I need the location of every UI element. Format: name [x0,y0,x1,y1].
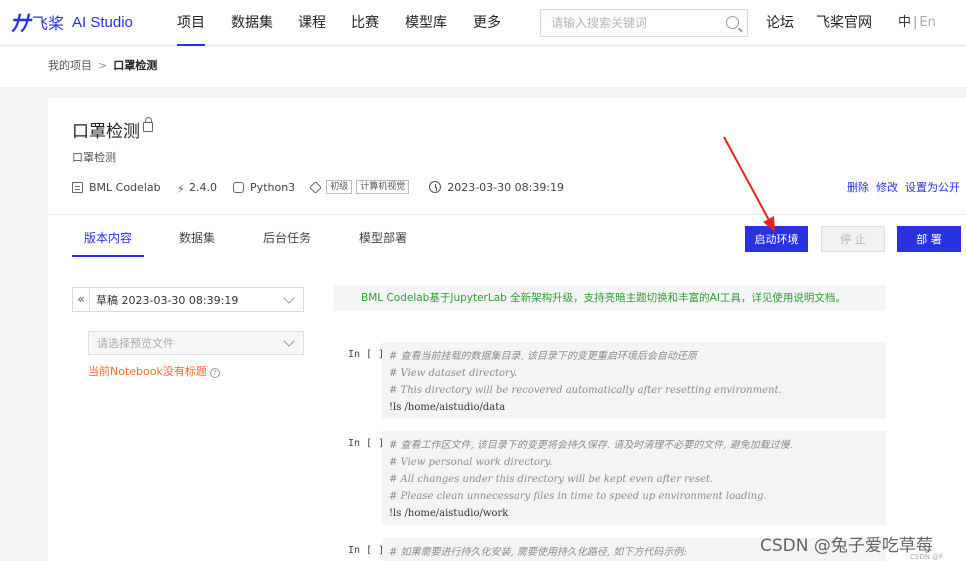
search-box [540,9,748,37]
search-icon[interactable] [726,16,739,29]
nav-link-paddle-official[interactable]: 飞桨官网 [816,0,872,46]
project-title: 口罩检测 [72,122,140,142]
tab-datasets[interactable]: 数据集 [179,229,215,257]
stop-button[interactable]: 停 止 [821,226,885,252]
breadcrumb-current: 口罩检测 [113,59,158,72]
notebook-title-warning: 当前Notebook没有标题? [88,363,220,379]
lang-zh[interactable]: 中 [898,15,911,30]
divider [48,214,966,215]
top-nav: ﾅﾅ 飞桨 AI Studio 项目 数据集 课程 比赛 模型库 更多 论坛 飞… [0,0,966,46]
project-tag: 初级 [326,180,353,194]
deploy-button[interactable]: 部 署 [897,226,961,252]
tab-model-deploy[interactable]: 模型部署 [359,229,407,257]
project-card: 口罩检测 口罩检测 BML Codelab ⚡ 2.4.0 Python3 初级计… [48,98,966,561]
logo-subtitle: AI Studio [72,13,133,31]
notebook-banner: BML Codelab基于JupyterLab 全新架构升级，支持亮暗主题切换和… [334,285,886,311]
cell-label: In [ ] [348,545,385,556]
code-line: !ls /home/aistudio/data [389,402,506,413]
preview-file-placeholder: 请选择预览文件 [97,337,174,350]
code-comment: # View personal work directory. [389,457,553,468]
environment-icon [72,181,83,193]
cell-label: In [ ] [348,349,385,360]
logo[interactable]: ﾅﾅ 飞桨 AI Studio [10,9,133,37]
tab-version-content[interactable]: 版本内容 [72,229,145,257]
project-actions: 删除 修改 设置为公开 [840,179,960,195]
code-comment: # 查看当前挂载的数据集目录, 该目录下的变更重启环境后会自动还原 [389,351,697,362]
cell-label: In [ ] [348,438,385,449]
breadcrumb: 我的项目 > 口罩检测 [0,47,966,87]
project-datetime: 2023-03-30 08:39:19 [447,180,565,194]
breadcrumb-separator: > [98,59,108,72]
project-description: 口罩检测 [72,151,116,164]
watermark: CSDN @兔子爱吃草莓 [760,536,933,556]
code-comment: # 查看工作区文件, 该目录下的变更将会持久保存. 请及时清理不必要的文件, 避… [389,440,793,451]
breadcrumb-root[interactable]: 我的项目 [48,59,92,72]
nav-item-datasets[interactable]: 数据集 [231,0,273,46]
delete-link[interactable]: 删除 [847,181,869,194]
nav-item-more[interactable]: 更多 [473,0,501,46]
project-meta: BML Codelab ⚡ 2.4.0 Python3 初级 计算机视觉 2023-… [72,179,580,196]
language-switch: 中 | En [898,15,936,30]
nav-item-competitions[interactable]: 比赛 [351,0,379,46]
nav-item-courses[interactable]: 课程 [298,0,326,46]
code-comment: # This directory will be recovered autom… [389,385,782,396]
make-public-link[interactable]: 设置为公开 [905,181,960,194]
edit-link[interactable]: 修改 [876,181,898,194]
version-select-value: 草稿 2023-03-30 08:39:19 [96,293,239,307]
code-comment: # All changes under this directory will … [389,474,714,485]
tag-icon [309,180,323,194]
lock-icon [143,117,153,132]
chevron-down-icon [283,291,295,304]
paddle-version-icon: ⚡ [176,181,186,196]
version-select[interactable]: « 草稿 2023-03-30 08:39:19 [72,287,304,312]
code-comment: # View dataset directory. [389,368,518,379]
watermark-small: CSDN @F [910,553,944,561]
clock-icon [429,181,442,193]
nav-item-model-hub[interactable]: 模型库 [405,0,447,46]
project-env: BML Codelab [89,180,161,194]
logo-text: 飞桨 [32,14,65,33]
start-environment-button[interactable]: 启动环境 [745,226,808,252]
project-version: 2.4.0 [189,180,218,194]
python-icon [233,181,245,193]
lang-en[interactable]: En [919,15,935,30]
code-line: !ls /home/aistudio/work [389,508,509,519]
code-comment: # Please clean unnecessary files in time… [389,491,767,502]
chevron-down-icon [283,335,295,347]
nav-item-projects[interactable]: 项目 [177,0,205,46]
warning-text: 当前Notebook没有标题 [88,365,207,378]
project-language: Python3 [250,180,296,194]
code-cell[interactable]: # 查看工作区文件, 该目录下的变更将会持久保存. 请及时清理不必要的文件, 避… [382,431,886,525]
code-cell[interactable]: # 查看当前挂载的数据集目录, 该目录下的变更重启环境后会自动还原 # View… [382,342,886,419]
project-tag: 计算机视觉 [356,180,410,194]
search-input[interactable] [541,10,711,36]
nav-link-forum[interactable]: 论坛 [766,0,794,46]
preview-file-select[interactable]: 请选择预览文件 [88,331,304,355]
help-icon[interactable]: ? [209,368,220,378]
collapse-panel-button[interactable]: « [73,288,90,311]
paddle-logo-icon: ﾅﾅ [10,11,30,37]
tab-background-tasks[interactable]: 后台任务 [263,229,311,257]
